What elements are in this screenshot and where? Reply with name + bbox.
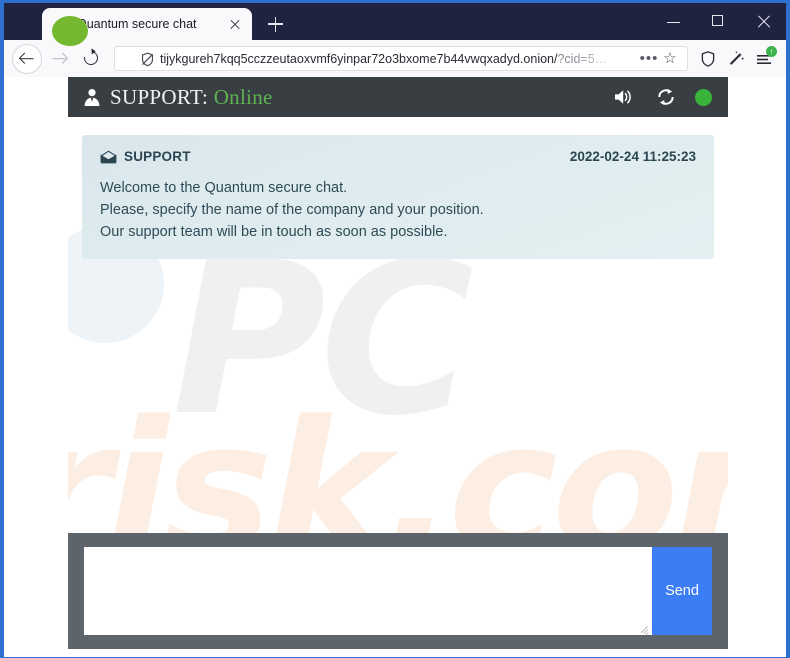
shield-slash-icon[interactable]: [140, 52, 156, 67]
url-bar[interactable]: tijykgureh7kqq5cczzeutaoxvmf6yinpar72o3b…: [114, 46, 688, 71]
message-input-wrapper: [84, 547, 652, 635]
browser-window: ? Quantum secure chat: [0, 0, 790, 658]
chat-message: SUPPORT 2022-02-24 11:25:23 Welcome to t…: [82, 135, 714, 259]
chat-header: SUPPORT: Online: [68, 77, 728, 117]
update-badge: ↑: [766, 45, 777, 57]
maximize-icon[interactable]: [696, 3, 741, 40]
send-button[interactable]: Send: [652, 547, 712, 635]
url-query: ?cid=5…: [557, 51, 608, 66]
support-agent-icon: [82, 87, 102, 107]
envelope-icon: [100, 150, 117, 164]
wand-icon[interactable]: [722, 45, 750, 73]
back-arrow-icon[interactable]: [12, 43, 42, 74]
tab-bar: ? Quantum secure chat: [4, 3, 786, 46]
hamburger-menu-icon[interactable]: ↑: [750, 45, 778, 73]
page-bottom-margin: [4, 649, 786, 657]
page-right-margin: [728, 77, 786, 657]
window-controls: [651, 3, 786, 40]
reload-icon[interactable]: [76, 44, 106, 74]
chat-title-label: SUPPORT:: [110, 84, 209, 109]
message-input[interactable]: [84, 547, 652, 635]
close-icon[interactable]: [226, 15, 244, 33]
chat-composer: Send: [68, 533, 728, 649]
close-icon[interactable]: [741, 3, 786, 40]
navigation-toolbar: tijykgureh7kqq5cczzeutaoxvmf6yinpar72o3b…: [4, 40, 786, 77]
message-line: Please, specify the name of the company …: [100, 202, 484, 218]
url-host: tijykgureh7kqq5cczzeutaoxvmf6yinpar72o3b…: [160, 51, 558, 66]
message-header: SUPPORT 2022-02-24 11:25:23: [100, 149, 696, 164]
page-actions-icon[interactable]: •••: [639, 51, 659, 66]
page-canvas: SUPPORT: Online PC isk.co SUPPORT 2022-0…: [4, 77, 786, 657]
bookmark-star-icon[interactable]: ☆: [659, 50, 681, 67]
chat-message-list: PC risk.com: [68, 117, 728, 533]
onion-routing-icon: [121, 51, 137, 67]
page-left-margin: [4, 77, 68, 657]
message-line: Our support team will be in touch as soo…: [100, 224, 448, 240]
refresh-icon[interactable]: [651, 82, 681, 112]
minimize-icon[interactable]: [651, 3, 696, 40]
message-timestamp: 2022-02-24 11:25:23: [569, 149, 696, 164]
chat-widget: SUPPORT: Online PC isk.co SUPPORT 2022-0…: [68, 77, 728, 649]
forward-arrow-icon[interactable]: [44, 44, 74, 74]
new-tab-button[interactable]: [262, 12, 288, 36]
browser-tab[interactable]: ? Quantum secure chat: [42, 8, 252, 46]
green-status-dot: [695, 88, 712, 106]
tab-title: Quantum secure chat: [77, 17, 197, 31]
chat-status-label: Online: [213, 84, 273, 109]
message-line: Welcome to the Quantum secure chat.: [100, 180, 348, 196]
green-question-speech-bubble-icon: ?: [52, 16, 88, 46]
shield-icon[interactable]: [694, 45, 722, 73]
page-viewport: SUPPORT: Online PC isk.co SUPPORT 2022-0…: [4, 77, 786, 657]
watermark-top-text: PC: [172, 217, 474, 462]
speaker-icon[interactable]: [609, 82, 639, 112]
url-text: tijykgureh7kqq5cczzeutaoxvmf6yinpar72o3b…: [160, 52, 639, 66]
watermark-bottom-text: risk.com: [68, 381, 728, 534]
message-sender: SUPPORT: [124, 149, 191, 164]
chat-title: SUPPORT: Online: [110, 85, 273, 110]
